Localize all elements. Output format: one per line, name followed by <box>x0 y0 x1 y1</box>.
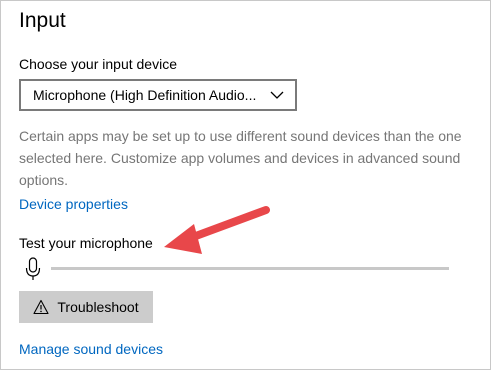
troubleshoot-label: Troubleshoot <box>57 299 139 315</box>
troubleshoot-button[interactable]: Troubleshoot <box>19 291 153 323</box>
microphone-icon <box>25 257 41 280</box>
device-description: Certain apps may be set up to use differ… <box>19 128 462 188</box>
chevron-down-icon <box>270 91 284 99</box>
input-device-label: Choose your input device <box>19 56 177 72</box>
settings-panel: Input Choose your input device Microphon… <box>0 0 491 370</box>
device-properties-link[interactable]: Device properties <box>19 196 128 212</box>
manage-sound-devices-link[interactable]: Manage sound devices <box>19 341 163 357</box>
input-device-dropdown[interactable]: Microphone (High Definition Audio... <box>19 79 297 111</box>
warning-icon <box>33 299 49 315</box>
section-title: Input <box>19 9 66 32</box>
microphone-level-meter <box>51 267 449 270</box>
input-device-value: Microphone (High Definition Audio... <box>33 87 257 103</box>
test-microphone-label: Test your microphone <box>19 235 153 251</box>
